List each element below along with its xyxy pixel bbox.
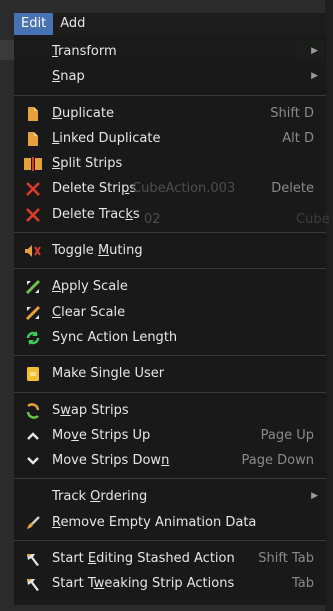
shortcut-label: Shift Tab	[258, 551, 314, 567]
menu-item-label: Delete Tracks	[52, 206, 140, 222]
menubar: Edit Add	[14, 13, 326, 35]
duplicate-icon	[24, 105, 42, 123]
menu-separator	[14, 478, 326, 480]
menu-item-apply-scale[interactable]: Apply Scale	[14, 274, 326, 299]
menu-item-label: Transform	[52, 44, 117, 59]
menu-item-label: Snap	[52, 69, 85, 85]
menu-item-toggle-muting[interactable]: Toggle Muting	[14, 238, 326, 263]
menu-item-swap-strips[interactable]: Swap Strips	[14, 398, 326, 423]
delete-x-icon	[24, 206, 42, 224]
tweak-action-icon	[24, 575, 42, 593]
ghost-strip-label: 02	[144, 212, 161, 227]
menu-item-label: Track Ordering	[52, 489, 148, 505]
submenu-arrow-icon: ▶	[311, 71, 318, 82]
menu-item-split-strips[interactable]: Split Strips	[14, 151, 326, 176]
menu-separator	[14, 94, 326, 96]
clear-scale-icon	[24, 304, 42, 322]
menu-item-duplicate[interactable]: Duplicate Shift D	[14, 101, 326, 126]
menu-item-label: Sync Action Length	[52, 329, 178, 345]
menu-item-label: Make Single User	[52, 366, 165, 382]
menu-item-start-tweaking-strip-actions[interactable]: Start Tweaking Strip Actions Tab	[14, 571, 326, 596]
ghost-strip-label: CubeAction.003	[132, 181, 236, 196]
menu-item-delete-tracks[interactable]: Delete Tracks	[14, 202, 326, 227]
chevron-up-icon	[24, 427, 42, 445]
menu-item-label: Move Strips Down	[52, 453, 170, 469]
stashed-action-icon	[24, 550, 42, 568]
menu-item-label: Duplicate	[52, 105, 114, 121]
menu-item-label: Toggle Muting	[52, 243, 143, 259]
mute-speaker-icon	[24, 242, 42, 260]
submenu-arrow-icon: ▶	[311, 491, 318, 502]
shortcut-label: Shift D	[270, 105, 314, 121]
editor-scrollbar	[325, 0, 333, 611]
menu-separator	[14, 391, 326, 393]
linked-duplicate-icon	[24, 130, 42, 148]
menu-separator	[14, 232, 326, 234]
menu-separator	[14, 540, 326, 542]
delete-x-icon	[24, 180, 42, 198]
menu-edit[interactable]: Edit	[14, 13, 54, 35]
menu-item-label: Move Strips Up	[52, 427, 151, 443]
menu-item-move-strips-down[interactable]: Move Strips Down Page Down	[14, 448, 326, 473]
submenu-arrow-icon: ▶	[311, 46, 318, 56]
menu-item-make-single-user[interactable]: Make Single User	[14, 361, 326, 386]
menu-item-label: Clear Scale	[52, 304, 126, 320]
menu-item-label: Start Editing Stashed Action	[52, 551, 235, 567]
menu-separator	[14, 268, 326, 270]
single-user-icon	[24, 365, 42, 383]
swap-strips-icon	[24, 402, 42, 420]
menu-item-remove-empty-animation-data[interactable]: Remove Empty Animation Data	[14, 510, 326, 535]
chevron-down-icon	[24, 452, 42, 470]
menu-item-start-editing-stashed-action[interactable]: Start Editing Stashed Action Shift Tab	[14, 546, 326, 571]
menu-item-clear-scale[interactable]: Clear Scale	[14, 300, 326, 325]
menu-item-sync-action-length[interactable]: Sync Action Length	[14, 325, 326, 350]
menu-item-label: Delete Strips	[52, 181, 137, 197]
shortcut-label: Tab	[291, 576, 314, 592]
menu-item-track-ordering[interactable]: Track Ordering ▶	[14, 484, 326, 509]
menu-item-snap[interactable]: Snap ▶	[14, 64, 326, 89]
menu-item-label: Linked Duplicate	[52, 130, 161, 146]
menu-item-label: Apply Scale	[52, 279, 128, 295]
menu-item-move-strips-up[interactable]: Move Strips Up Page Up	[14, 423, 326, 448]
edit-menu-dropdown: Transform ▶ Snap ▶ Duplicate Shift D Lin…	[14, 35, 326, 605]
ghost-strip-label: Cube	[296, 212, 330, 227]
menu-item-label: Split Strips	[52, 156, 123, 172]
menu-add[interactable]: Add	[53, 13, 92, 35]
shortcut-label: Page Down	[241, 453, 314, 469]
sync-action-icon	[24, 329, 42, 347]
shortcut-label: Page Up	[260, 427, 314, 443]
split-strips-icon	[24, 155, 42, 173]
menu-item-label: Swap Strips	[52, 402, 129, 418]
brush-icon	[24, 514, 42, 532]
menu-item-transform[interactable]: Transform ▶	[14, 39, 326, 64]
menu-item-linked-duplicate[interactable]: Linked Duplicate Alt D	[14, 126, 326, 151]
shortcut-label: Alt D	[282, 130, 314, 146]
menu-item-label: Remove Empty Animation Data	[52, 514, 257, 530]
shortcut-label: Delete	[271, 181, 314, 197]
menu-separator	[14, 355, 326, 357]
menu-item-label: Start Tweaking Strip Actions	[52, 576, 235, 592]
apply-scale-icon	[24, 278, 42, 296]
